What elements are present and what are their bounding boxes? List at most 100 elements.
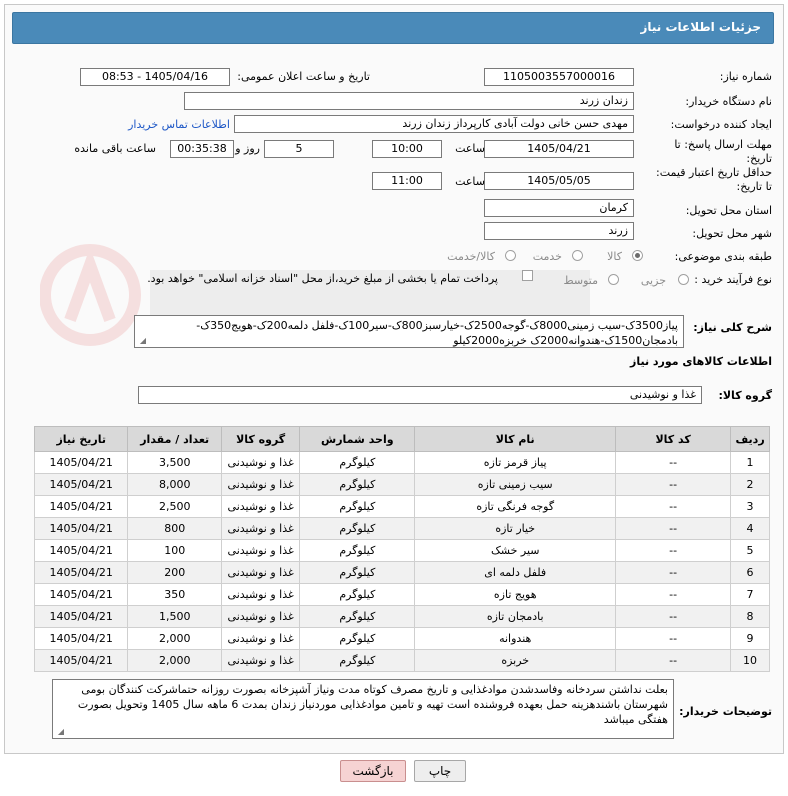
payment-note: پرداخت تمام یا بخشی از مبلغ خرید،از محل … [147, 272, 498, 285]
summary-textarea[interactable]: پیاز3500ک-سیب زمینی8000ک-گوجه2500ک-خیارس… [134, 315, 684, 348]
cell-group: غذا و نوشیدنی [220, 649, 301, 672]
cell-row: 8 [730, 605, 770, 628]
creator-label: ایجاد کننده درخواست: [670, 118, 772, 131]
cell-row: 10 [730, 649, 770, 672]
contact-info-link[interactable]: اطلاعات تماس خریدار [128, 118, 230, 131]
summary-text: پیاز3500ک-سیب زمینی8000ک-گوجه2500ک-خیارس… [196, 319, 678, 347]
col-row: ردیف [730, 426, 770, 452]
group-field[interactable]: غذا و نوشیدنی [138, 386, 702, 404]
cell-group: غذا و نوشیدنی [220, 517, 301, 540]
province-label: استان محل تحویل: [685, 204, 772, 217]
remaining-time-field[interactable]: 00:35:38 [170, 140, 234, 158]
cell-group: غذا و نوشیدنی [220, 539, 301, 562]
announce-field[interactable]: 1405/04/16 - 08:53 [80, 68, 230, 86]
deadline-time-field[interactable]: 10:00 [372, 140, 442, 158]
cell-code: -- [615, 583, 732, 606]
days-field[interactable]: 5 [264, 140, 334, 158]
city-field[interactable]: زرند [484, 222, 634, 240]
cell-name: خیار تازه [414, 517, 617, 540]
province-field[interactable]: کرمان [484, 199, 634, 217]
table-header-row: ردیف کد کالا نام کالا واحد شمارش گروه کا… [33, 426, 770, 452]
cell-date: 1405/04/21 [33, 583, 129, 606]
cell-unit: کیلوگرم [299, 583, 416, 606]
cell-quantity: 100 [127, 539, 222, 562]
back-button[interactable]: بازگشت [340, 760, 406, 782]
page-title: جزئیات اطلاعات نیاز [640, 20, 761, 34]
table-row[interactable]: 10 -- خربزه کیلوگرم غذا و نوشیدنی 2,000 1405/0… [33, 649, 770, 672]
cell-date: 1405/04/21 [33, 539, 129, 562]
table-row[interactable]: 1 -- پیاز قرمز تازه کیلوگرم غذا و نوشیدنی 3,5… [33, 451, 770, 474]
cell-date: 1405/04/21 [33, 517, 129, 540]
cell-date: 1405/04/21 [33, 473, 129, 496]
need-number-label: شماره نیاز: [719, 70, 772, 83]
deadline-date-field[interactable]: 1405/04/21 [484, 140, 634, 158]
cell-name: هندوانه [414, 627, 617, 650]
cell-name: بادمجان تازه [414, 605, 617, 628]
category-label: طبقه بندی موضوعی: [674, 250, 772, 263]
resize-grip-icon[interactable]: ◢ [138, 337, 146, 345]
items-table: ردیف کد کالا نام کالا واحد شمارش گروه کا… [33, 426, 770, 672]
cell-row: 5 [730, 539, 770, 562]
table-row[interactable]: 6 -- فلفل دلمه ای کیلوگرم غذا و نوشیدنی 200 14… [33, 561, 770, 584]
group-label: گروه کالا: [718, 389, 772, 402]
city-label: شهر محل تحویل: [692, 227, 772, 240]
table-row[interactable]: 2 -- سیب زمینی تازه کیلوگرم غذا و نوشیدنی 8,0… [33, 473, 770, 496]
table-row[interactable]: 7 -- هویج تازه کیلوگرم غذا و نوشیدنی 350 1405/… [33, 583, 770, 606]
cell-quantity: 1,500 [127, 605, 222, 628]
resize-grip-icon[interactable]: ◢ [56, 728, 64, 736]
cell-row: 7 [730, 583, 770, 606]
deadline-time-label: ساعت [455, 142, 485, 155]
cell-code: -- [615, 517, 732, 540]
process-radio-minor[interactable] [678, 274, 689, 285]
remaining-label: ساعت باقی مانده [74, 142, 156, 155]
need-number-field[interactable]: 1105003557000016 [484, 68, 634, 86]
cell-name: فلفل دلمه ای [414, 561, 617, 584]
table-row[interactable]: 8 -- بادمجان تازه کیلوگرم غذا و نوشیدنی 1,500… [33, 605, 770, 628]
cell-row: 6 [730, 561, 770, 584]
cell-quantity: 2,000 [127, 649, 222, 672]
table-row[interactable]: 5 -- سیر خشک کیلوگرم غذا و نوشیدنی 100 1405/04… [33, 539, 770, 562]
process-option-medium: متوسط [563, 274, 598, 287]
cell-date: 1405/04/21 [33, 561, 129, 584]
table-row[interactable]: 9 -- هندوانه کیلوگرم غذا و نوشیدنی 2,000 1405/… [33, 627, 770, 650]
creator-field[interactable]: مهدی حسن خانی دولت آبادی کارپرداز زندان … [234, 115, 634, 133]
cell-row: 4 [730, 517, 770, 540]
cell-group: غذا و نوشیدنی [220, 583, 301, 606]
page-header: جزئیات اطلاعات نیاز [12, 12, 774, 44]
category-option-both: کالا/خدمت [447, 250, 495, 263]
validity-date-field[interactable]: 1405/05/05 [484, 172, 634, 190]
cell-group: غذا و نوشیدنی [220, 605, 301, 628]
category-option-service: خدمت [532, 250, 562, 263]
table-row[interactable]: 4 -- خیار تازه کیلوگرم غذا و نوشیدنی 800 1405/… [33, 517, 770, 540]
col-date: تاریخ نیاز [33, 426, 129, 452]
cell-group: غذا و نوشیدنی [220, 473, 301, 496]
notes-label: توضیحات خریدار: [679, 705, 772, 718]
cell-row: 9 [730, 627, 770, 650]
category-radio-goods[interactable] [632, 250, 643, 261]
category-radio-service[interactable] [572, 250, 583, 261]
print-button[interactable]: چاپ [414, 760, 466, 782]
category-radio-both[interactable] [505, 250, 516, 261]
cell-code: -- [615, 495, 732, 518]
notes-textarea[interactable]: بعلت نداشتن سردخانه وفاسدشدن موادغذایی و… [52, 679, 674, 739]
cell-name: گوجه فرنگی تازه [414, 495, 617, 518]
cell-quantity: 350 [127, 583, 222, 606]
col-group: گروه کالا [220, 426, 301, 452]
validity-time-field[interactable]: 11:00 [372, 172, 442, 190]
cell-unit: کیلوگرم [299, 561, 416, 584]
cell-name: خربزه [414, 649, 617, 672]
deadline-label: مهلت ارسال پاسخ: تا تاریخ: [674, 138, 772, 165]
items-section-title: اطلاعات کالاهای مورد نیاز [630, 355, 772, 368]
table-row[interactable]: 3 -- گوجه فرنگی تازه کیلوگرم غذا و نوشیدنی 2,… [33, 495, 770, 518]
validity-label: حداقل تاریخ اعتبار قیمت: تا تاریخ: [656, 166, 772, 193]
days-label: روز و [235, 142, 260, 155]
cell-code: -- [615, 451, 732, 474]
cell-quantity: 3,500 [127, 451, 222, 474]
cell-code: -- [615, 473, 732, 496]
cell-code: -- [615, 605, 732, 628]
cell-name: پیاز قرمز تازه [414, 451, 617, 474]
process-radio-medium[interactable] [608, 274, 619, 285]
treasury-checkbox[interactable] [522, 270, 533, 281]
cell-quantity: 800 [127, 517, 222, 540]
buyer-field[interactable]: زندان زرند [184, 92, 634, 110]
